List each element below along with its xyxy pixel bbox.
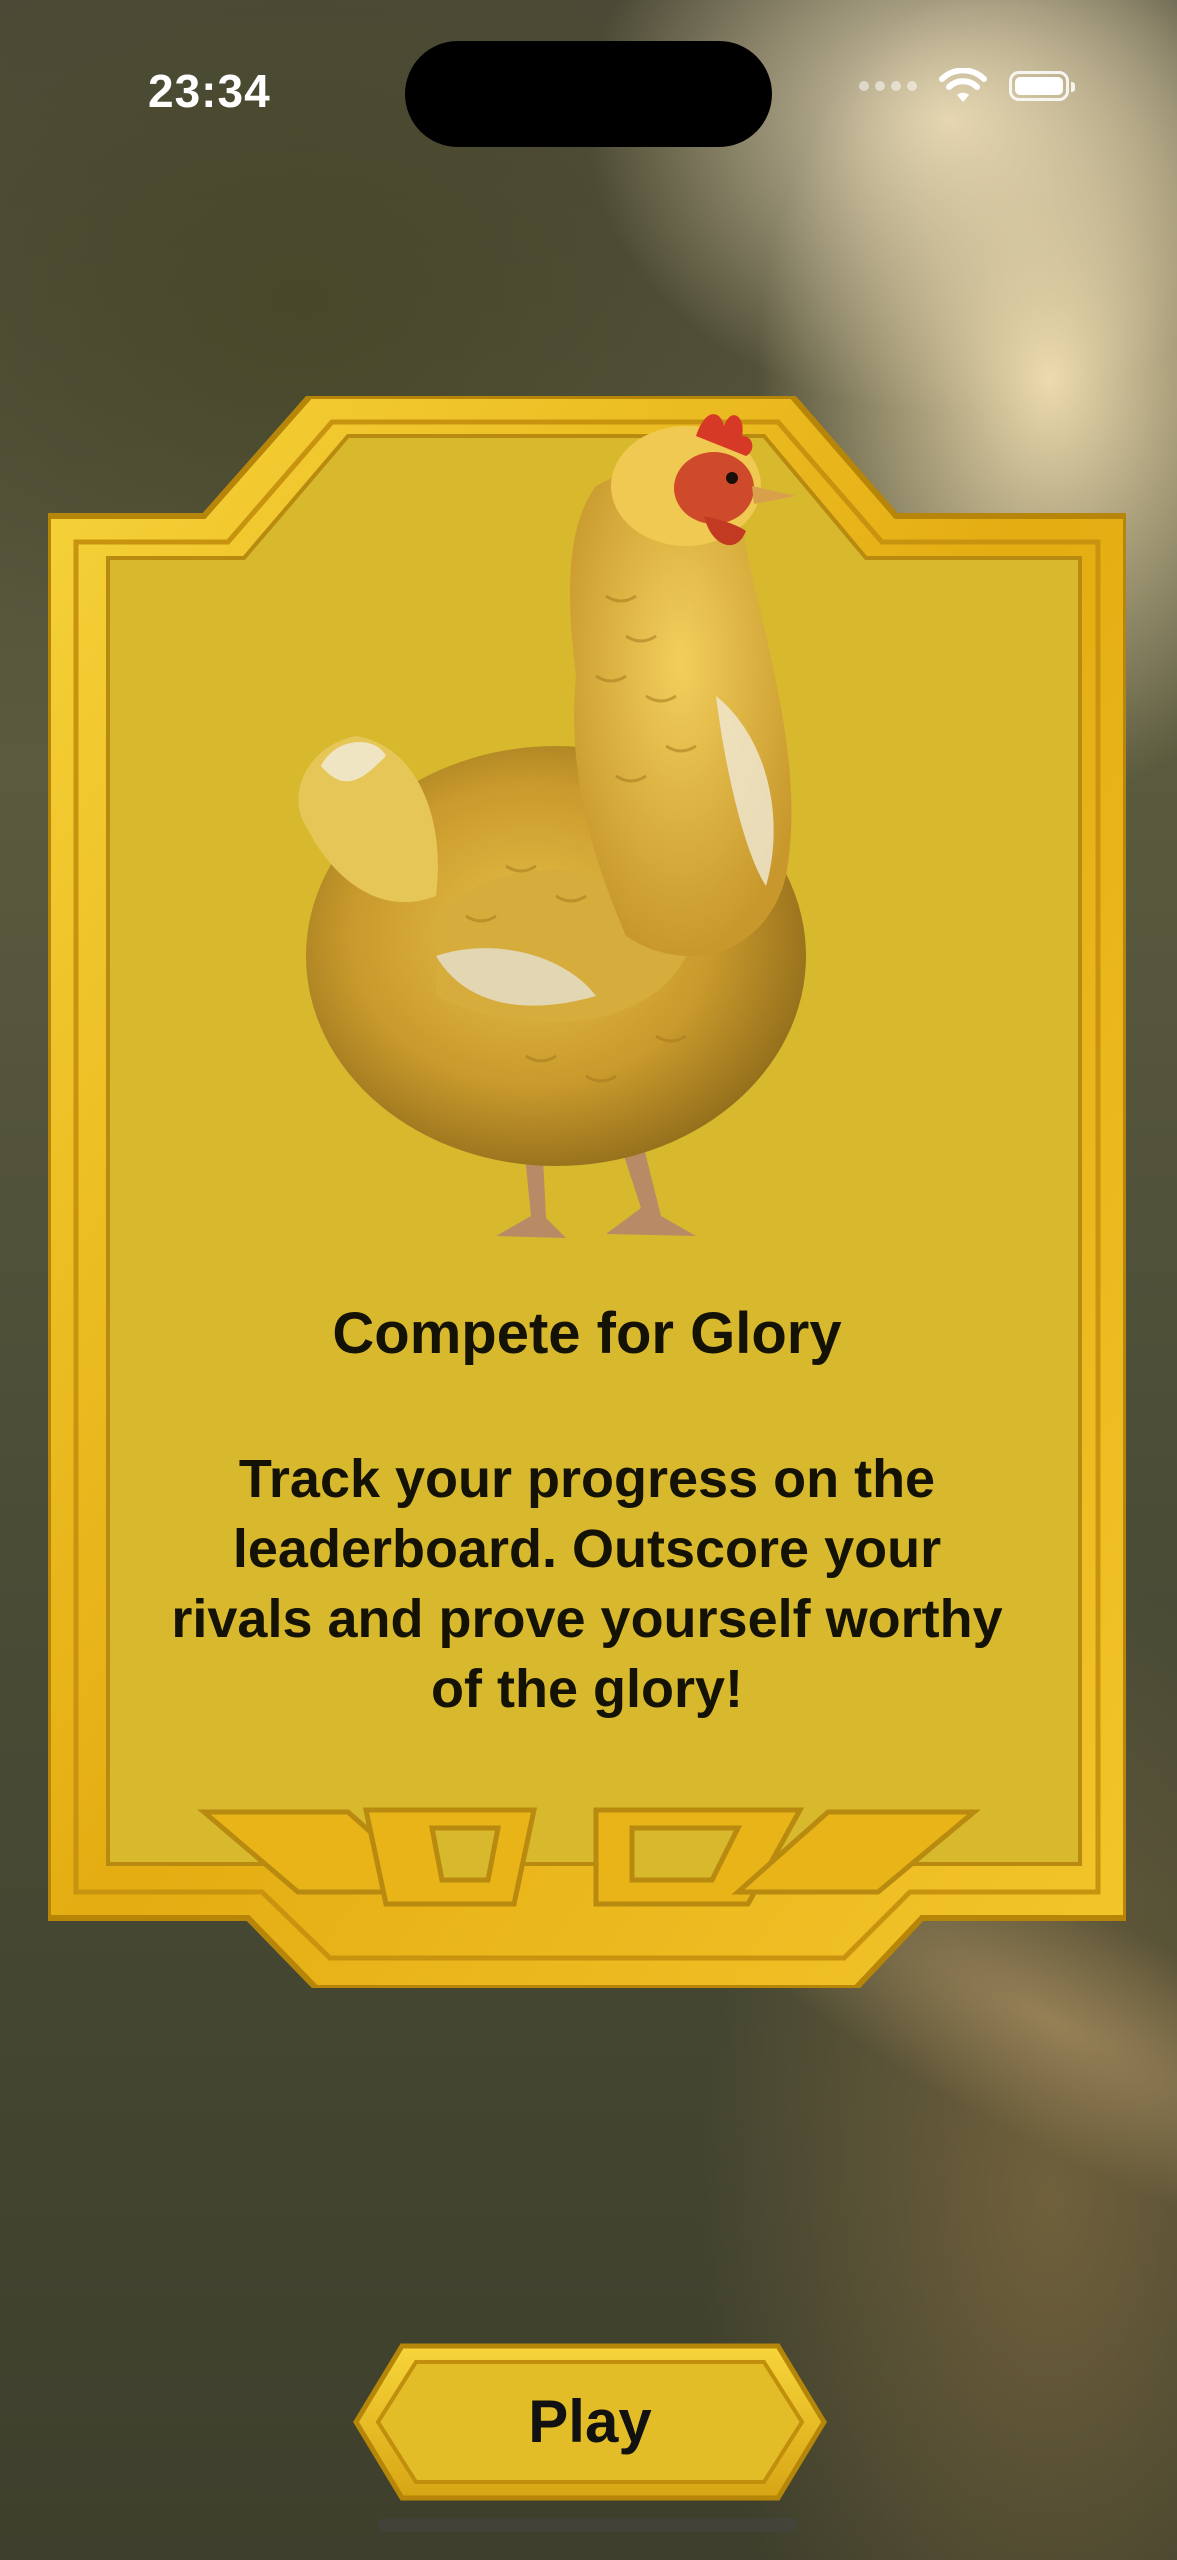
- status-icons: [859, 68, 1075, 104]
- chicken-illustration: [298, 414, 806, 1238]
- play-button-label: Play: [528, 2388, 652, 2455]
- cellular-signal-icon: [859, 81, 917, 91]
- home-indicator[interactable]: [378, 2518, 798, 2532]
- battery-icon: [1009, 71, 1075, 101]
- feature-card: Compete for Glory Track your progress on…: [48, 396, 1126, 1988]
- card-description: Track your progress on the leaderboard. …: [171, 1449, 1003, 1719]
- play-button[interactable]: Play: [352, 2342, 828, 2502]
- card-title: Compete for Glory: [332, 1301, 842, 1366]
- status-time: 23:34: [148, 65, 271, 117]
- dynamic-island: [405, 41, 772, 147]
- wifi-icon: [939, 68, 987, 102]
- onboarding-screen: 23:34 Compete for Glory Track your progr…: [0, 0, 1177, 2560]
